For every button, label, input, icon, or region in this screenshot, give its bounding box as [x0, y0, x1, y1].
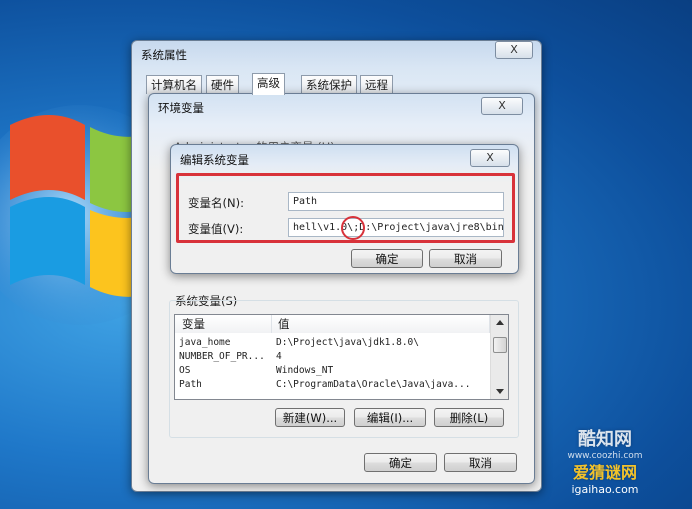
- close-icon: X: [510, 43, 518, 56]
- button-label: 取消: [454, 252, 477, 266]
- table-row[interactable]: NUMBER_OF_PR... 4: [175, 349, 490, 363]
- watermark-text: 酷知网: [578, 429, 632, 450]
- tab-hardware[interactable]: 硬件: [206, 75, 239, 94]
- variable-name: NUMBER_OF_PR...: [179, 350, 265, 362]
- variable-value: D:\Project\java\jdk1.8.0\: [276, 336, 419, 348]
- watermark-text: 爱猜谜网: [572, 463, 637, 482]
- tab-label: 高级: [257, 76, 280, 90]
- button-label: 删除(L): [449, 411, 489, 425]
- variable-value: Windows_NT: [276, 364, 334, 376]
- variable-value: 4: [276, 350, 282, 362]
- variable-name: OS: [179, 364, 191, 376]
- cancel-button[interactable]: 取消: [429, 249, 502, 268]
- button-label: 新建(W)...: [282, 411, 338, 425]
- edit-variable-button[interactable]: 编辑(I)...: [354, 408, 426, 427]
- cancel-button[interactable]: 取消: [444, 453, 517, 472]
- watermark-text: igaihao.com: [571, 483, 639, 496]
- delete-variable-button[interactable]: 删除(L): [434, 408, 504, 427]
- column-label: 值: [278, 317, 290, 331]
- close-button[interactable]: X: [495, 41, 533, 59]
- close-button[interactable]: X: [470, 149, 510, 167]
- column-header-value[interactable]: 值: [272, 315, 490, 333]
- button-label: 确定: [375, 252, 399, 266]
- ok-button[interactable]: 确定: [364, 453, 437, 472]
- edit-variable-titlebar[interactable]: 编辑系统变量 X: [171, 145, 518, 171]
- table-row[interactable]: Path C:\ProgramData\Oracle\Java\java...: [175, 377, 490, 391]
- table-row[interactable]: java_home D:\Project\java\jdk1.8.0\: [175, 335, 490, 349]
- button-label: 编辑(I)...: [366, 411, 414, 425]
- tab-label: 系统保护: [306, 78, 352, 92]
- window-title: 系统属性: [141, 48, 187, 62]
- dialog-title: 编辑系统变量: [180, 153, 249, 167]
- tab-label: 计算机名: [151, 78, 197, 92]
- new-variable-button[interactable]: 新建(W)...: [275, 408, 345, 427]
- system-properties-titlebar[interactable]: 系统属性 X: [132, 41, 541, 67]
- column-header-name[interactable]: 变量: [175, 315, 272, 333]
- watermark: 酷知网 www.coozhi.com 爱猜谜网 igaihao.com: [525, 425, 685, 503]
- close-icon: X: [498, 99, 506, 112]
- scroll-thumb[interactable]: [493, 337, 507, 353]
- button-label: 取消: [469, 456, 492, 470]
- ok-button[interactable]: 确定: [351, 249, 423, 268]
- variables-table: java_home D:\Project\java\jdk1.8.0\ NUMBE…: [175, 335, 490, 391]
- close-button[interactable]: X: [481, 97, 523, 115]
- variable-name: java_home: [179, 336, 231, 348]
- system-variables-list[interactable]: 变量 值 java_home D:\Project\java\jdk1.8.0\ …: [174, 314, 509, 400]
- highlight-circle: [341, 216, 365, 240]
- variable-name: Path: [179, 378, 202, 390]
- scroll-down-arrow-icon[interactable]: [496, 389, 504, 394]
- variable-value: C:\ProgramData\Oracle\Java\java...: [276, 378, 471, 390]
- column-label: 变量: [182, 317, 205, 331]
- scrollbar[interactable]: [490, 315, 508, 399]
- tab-label: 远程: [365, 78, 388, 92]
- tab-advanced[interactable]: 高级: [252, 73, 285, 95]
- window-title: 环境变量: [158, 101, 204, 115]
- table-row[interactable]: OS Windows_NT: [175, 363, 490, 377]
- tab-label: 硬件: [211, 78, 234, 92]
- tab-system-protection[interactable]: 系统保护: [301, 75, 357, 94]
- close-icon: X: [486, 151, 494, 164]
- scroll-up-arrow-icon[interactable]: [496, 320, 504, 325]
- tab-computer-name[interactable]: 计算机名: [146, 75, 202, 94]
- tab-remote[interactable]: 远程: [360, 75, 393, 94]
- environment-variables-titlebar[interactable]: 环境变量 X: [149, 94, 534, 120]
- button-label: 确定: [389, 456, 412, 470]
